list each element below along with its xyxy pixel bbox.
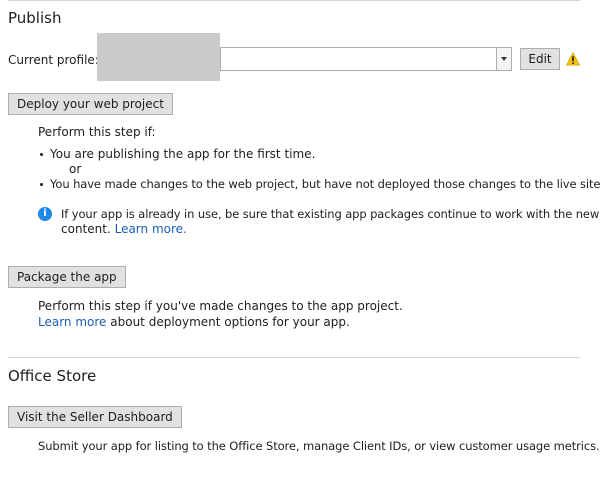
or-text: or [69,162,82,176]
package-learn-more-line: Learn more about deployment options for … [38,315,350,329]
deploy-bullet-1: You are publishing the app for the first… [50,147,316,161]
deploy-bullet-2: You have made changes to the web project… [50,177,600,191]
bullet [40,183,43,186]
edit-profile-button[interactable]: Edit [520,48,560,70]
profile-redacted-block [97,33,220,81]
current-profile-label: Current profile: [8,53,99,67]
learn-more-link[interactable]: Learn more. [115,222,187,236]
info-text-line-1: If your app is already in use, be sure t… [61,207,600,221]
top-divider [8,0,580,1]
seller-dashboard-button[interactable]: Visit the Seller Dashboard [8,406,182,428]
info-text-content-word: content. [61,222,111,236]
section-divider [8,357,580,358]
deploy-intro-text: Perform this step if: [38,125,156,139]
package-learn-more-link[interactable]: Learn more [38,315,106,329]
office-store-heading: Office Store [8,367,97,385]
deploy-web-project-button[interactable]: Deploy your web project [8,93,173,115]
package-app-button[interactable]: Package the app [8,266,126,288]
package-learn-more-suffix: about deployment options for your app. [110,315,350,329]
chevron-down-icon[interactable] [496,48,511,70]
warning-icon [566,52,580,66]
publish-heading: Publish [8,9,62,27]
info-text-line-2: content. Learn more. [61,222,187,236]
seller-text: Submit your app for listing to the Offic… [38,439,600,453]
current-profile-dropdown[interactable] [220,47,512,71]
bullet [40,153,43,156]
info-icon: i [38,207,52,221]
package-text: Perform this step if you've made changes… [38,299,403,313]
